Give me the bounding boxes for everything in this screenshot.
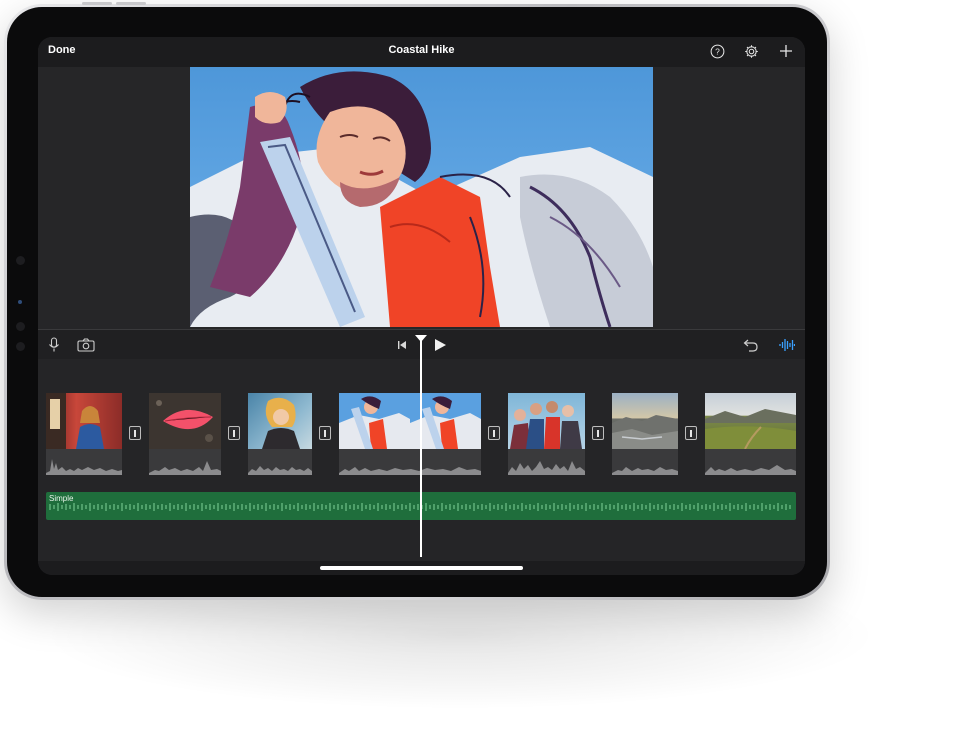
clip-thumbnail	[705, 393, 796, 449]
clip-audio-waveform	[508, 449, 585, 475]
video-viewer	[38, 67, 805, 329]
clip-audio-waveform	[46, 449, 122, 475]
comic-style-video-frame	[190, 71, 653, 327]
clip-audio-waveform	[339, 449, 481, 475]
volume-button	[82, 2, 112, 5]
video-preview[interactable]	[190, 67, 653, 327]
plus-icon[interactable]	[778, 43, 794, 59]
top-bar: Done Coastal Hike ?	[38, 37, 805, 67]
audio-waveform-icon[interactable]	[777, 335, 797, 355]
gear-icon[interactable]	[743, 43, 759, 59]
clip-audio-waveform	[612, 449, 678, 475]
clip-thumbnail	[248, 393, 312, 449]
transition-marker[interactable]	[319, 426, 331, 440]
transition-marker[interactable]	[592, 426, 604, 440]
camera-lens	[16, 256, 25, 265]
video-clip[interactable]	[705, 393, 796, 475]
screen: Done Coastal Hike ? Simple	[38, 37, 805, 575]
clip-thumbnail	[339, 393, 481, 449]
clip-thumbnail	[612, 393, 678, 449]
transition-marker[interactable]	[228, 426, 240, 440]
camera-led	[18, 300, 22, 304]
clip-thumbnail	[508, 393, 585, 449]
video-clip[interactable]	[339, 393, 481, 475]
transition-marker[interactable]	[685, 426, 697, 440]
video-clip[interactable]	[248, 393, 312, 475]
camera-lens	[16, 322, 25, 331]
volume-button	[116, 2, 146, 5]
project-title: Coastal Hike	[388, 44, 455, 56]
transition-marker[interactable]	[488, 426, 500, 440]
transition-marker[interactable]	[129, 426, 141, 440]
undo-icon[interactable]	[741, 335, 761, 355]
video-clip[interactable]	[508, 393, 585, 475]
camera-lens	[16, 342, 25, 351]
playhead[interactable]	[420, 337, 422, 557]
svg-text:?: ?	[715, 46, 720, 56]
clip-thumbnail	[149, 393, 221, 449]
video-clip[interactable]	[612, 393, 678, 475]
clip-thumbnail	[46, 393, 122, 449]
video-clip[interactable]	[149, 393, 221, 475]
ipad-device: Done Coastal Hike ? Simple	[4, 2, 830, 600]
help-icon[interactable]: ?	[709, 43, 725, 59]
skip-back-icon[interactable]	[392, 335, 412, 355]
home-indicator[interactable]	[320, 566, 523, 570]
video-clip[interactable]	[46, 393, 122, 475]
clip-audio-waveform	[149, 449, 221, 475]
play-icon[interactable]	[430, 335, 450, 355]
camera-icon[interactable]	[76, 335, 96, 355]
microphone-icon[interactable]	[44, 335, 64, 355]
clip-audio-waveform	[248, 449, 312, 475]
clip-audio-waveform	[705, 449, 796, 475]
